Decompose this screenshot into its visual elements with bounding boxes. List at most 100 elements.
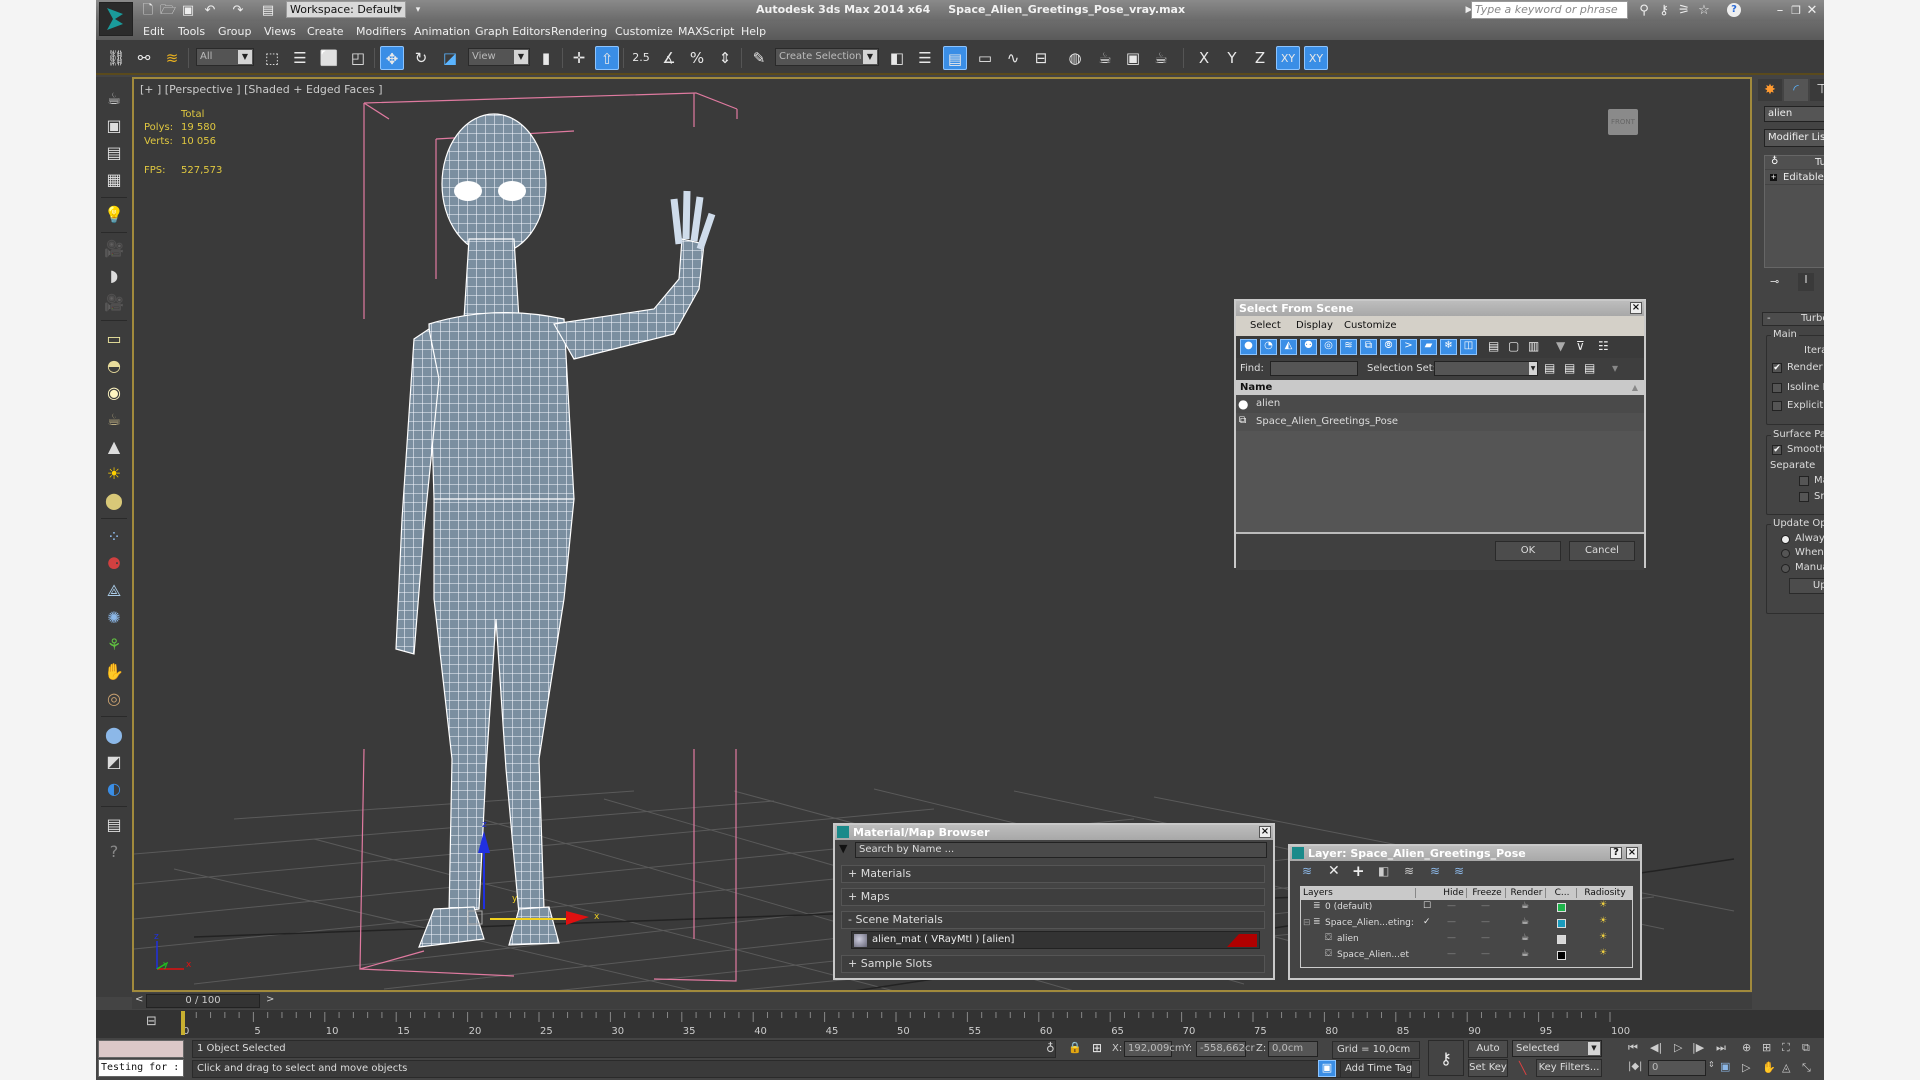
set-key-button[interactable]: Set Key	[1468, 1059, 1508, 1077]
menu-customize[interactable]: Customize	[615, 25, 673, 38]
time-slider-thumb[interactable]: 0 / 100	[146, 994, 260, 1008]
containers-filter-icon[interactable]: ▰	[1420, 339, 1437, 355]
camera-target-icon[interactable]: ◗	[102, 264, 126, 288]
add-selection-set-icon[interactable]: ▤	[1544, 361, 1555, 375]
freeze-toggle[interactable]: —	[1481, 949, 1490, 959]
axis-xy-button[interactable]: XY	[1276, 46, 1300, 70]
when-rendering-radio[interactable]	[1781, 549, 1790, 558]
link-icon[interactable]: ⛓	[104, 46, 128, 70]
physical-camera-icon[interactable]: 🎥	[102, 291, 126, 315]
layer-color-swatch[interactable]	[1557, 935, 1566, 944]
curve-editor-icon[interactable]: ∿	[1001, 46, 1025, 70]
column-color[interactable]: C...	[1548, 888, 1577, 898]
satellite-icon[interactable]: ⚞	[1676, 3, 1692, 18]
fur-icon[interactable]: ✺	[102, 606, 126, 630]
scene-explorer-icon[interactable]: ▤	[943, 46, 967, 70]
radiosity-icon[interactable]: ☀	[1599, 900, 1607, 910]
layer-row[interactable]: ⛋ alien — — ☕ ☀	[1301, 932, 1632, 948]
key-mode-toggle-icon[interactable]: |◆|	[1628, 1061, 1642, 1072]
select-manipulate-icon[interactable]: ✛	[567, 46, 591, 70]
menu-rendering[interactable]: Rendering	[551, 25, 607, 38]
named-selection-dropdown[interactable]: Create Selection Se ▼	[775, 48, 879, 66]
stack-item-editable-poly[interactable]: + Editable Poly	[1765, 171, 1824, 185]
options-menu-icon[interactable]: ▼	[839, 842, 847, 855]
close-icon[interactable]: ×	[1259, 826, 1271, 838]
dialog-title-bar[interactable]: Material/Map Browser ×	[835, 825, 1273, 840]
app-logo-button[interactable]	[99, 2, 133, 36]
ox-hair-icon[interactable]: ◎	[102, 687, 126, 711]
render-setup-icon[interactable]: ☕	[1093, 46, 1117, 70]
modify-tab-icon[interactable]: ◜	[1784, 79, 1808, 101]
zoom-extents-all-icon[interactable]: ⧉	[1802, 1041, 1810, 1055]
open-icon[interactable]: 🗁	[160, 3, 176, 18]
key-icon[interactable]: ⚷	[1656, 3, 1672, 18]
materials-section[interactable]: + Materials	[841, 865, 1265, 883]
zoom-all-icon[interactable]: ⊞	[1762, 1041, 1771, 1054]
ambient-light-icon[interactable]: ⬤	[102, 489, 126, 513]
hair-farm-icon[interactable]: ✋	[102, 660, 126, 684]
layer-row[interactable]: ⛋ Space_Alien...et — — ☕ ☀	[1301, 948, 1632, 964]
turbosmooth-rollout-header[interactable]: - TurboSmooth	[1762, 312, 1824, 326]
select-and-rotate-icon[interactable]: ↻	[409, 46, 433, 70]
add-time-tag-button[interactable]: Add Time Tag	[1340, 1060, 1420, 1078]
help-icon[interactable]: ?	[1610, 847, 1622, 859]
menu-select[interactable]: Select	[1250, 320, 1281, 331]
select-object-icon[interactable]: ⬚	[260, 46, 284, 70]
cancel-button[interactable]: Cancel	[1569, 541, 1635, 561]
highlight-selection-set-icon[interactable]: ▤	[1584, 361, 1595, 375]
grass-icon[interactable]: ⚘	[102, 633, 126, 657]
close-icon[interactable]: ×	[1626, 847, 1638, 859]
menu-modifiers[interactable]: Modifiers	[356, 25, 406, 38]
ies-light-icon[interactable]: ▲	[102, 435, 126, 459]
hide-toggle[interactable]: —	[1447, 949, 1456, 959]
separate-materials-checkbox[interactable]	[1799, 476, 1809, 486]
save-icon[interactable]: ▣	[180, 3, 196, 18]
dialog-title-bar[interactable]: Layer: Space_Alien_Greetings_Pose? ×	[1290, 846, 1640, 861]
collapse-icon[interactable]: ⊟	[1303, 918, 1311, 928]
cameras-filter-icon[interactable]: ⚉	[1300, 339, 1317, 355]
bind-space-warp-icon[interactable]: ≋	[160, 46, 184, 70]
binoculars-icon[interactable]: ⚲	[1636, 3, 1652, 18]
update-button[interactable]: Update	[1789, 578, 1824, 594]
dome-light-icon[interactable]: ◓	[102, 354, 126, 378]
space-warps-filter-icon[interactable]: ≋	[1340, 339, 1357, 355]
time-slider[interactable]: < 0 / 100 >	[132, 993, 1752, 1009]
export-icon[interactable]: ▤	[102, 813, 126, 837]
region-render-icon[interactable]: ◐	[102, 777, 126, 801]
hide-toggle[interactable]: —	[1447, 933, 1456, 943]
select-and-scale-icon[interactable]: ◪	[438, 46, 462, 70]
auto-key-button[interactable]: Auto Key	[1468, 1040, 1508, 1070]
column-render[interactable]: Render	[1508, 888, 1546, 898]
isoline-display-checkbox[interactable]	[1772, 383, 1782, 393]
material-editor-icon[interactable]: ◍	[1063, 46, 1087, 70]
manually-radio[interactable]	[1781, 564, 1790, 573]
z-coordinate-field[interactable]: 0,0cm	[1268, 1041, 1318, 1057]
time-configuration-icon[interactable]: ▣	[1720, 1060, 1730, 1073]
next-frame-icon[interactable]: >	[266, 994, 274, 1005]
search-options-icon[interactable]: ▾	[1612, 361, 1618, 375]
object-name-field[interactable]: alien	[1764, 106, 1824, 122]
new-icon[interactable]: 🗋	[140, 3, 156, 18]
pin-stack-icon[interactable]: ⊸	[1770, 275, 1779, 288]
orbit-icon[interactable]: ◬	[1782, 1061, 1790, 1074]
filter-icon[interactable]: ▼	[1556, 339, 1565, 353]
rendered-frame-window-icon[interactable]: ▣	[1121, 46, 1145, 70]
expand-icon[interactable]: +	[1770, 174, 1777, 181]
maxscript-listener-pink[interactable]	[98, 1040, 184, 1058]
reference-coordinate-dropdown[interactable]: View ▼	[468, 48, 530, 66]
camera-icon[interactable]: 🎥	[102, 237, 126, 261]
separate-smoothing-groups-checkbox[interactable]	[1799, 492, 1809, 502]
always-radio[interactable]	[1781, 535, 1790, 544]
list-panel-icon[interactable]: ▤	[102, 141, 126, 165]
render-window-icon[interactable]: ▣	[102, 114, 126, 138]
axis-z-button[interactable]: Z	[1248, 46, 1272, 70]
keyboard-shortcut-override-icon[interactable]: ⇧	[595, 46, 619, 70]
add-to-layer-icon[interactable]: +	[1352, 862, 1365, 880]
close-icon[interactable]: ✕	[1804, 3, 1820, 18]
material-converter-icon[interactable]: ◩	[102, 750, 126, 774]
help-search-input[interactable]: Type a keyword or phrase	[1471, 1, 1628, 19]
column-layers[interactable]: Layers	[1303, 888, 1416, 898]
list-item[interactable]: ● alien	[1236, 395, 1644, 413]
field-of-view-icon[interactable]: ▷	[1742, 1061, 1750, 1074]
light-lister-icon[interactable]: 💡	[102, 203, 126, 227]
